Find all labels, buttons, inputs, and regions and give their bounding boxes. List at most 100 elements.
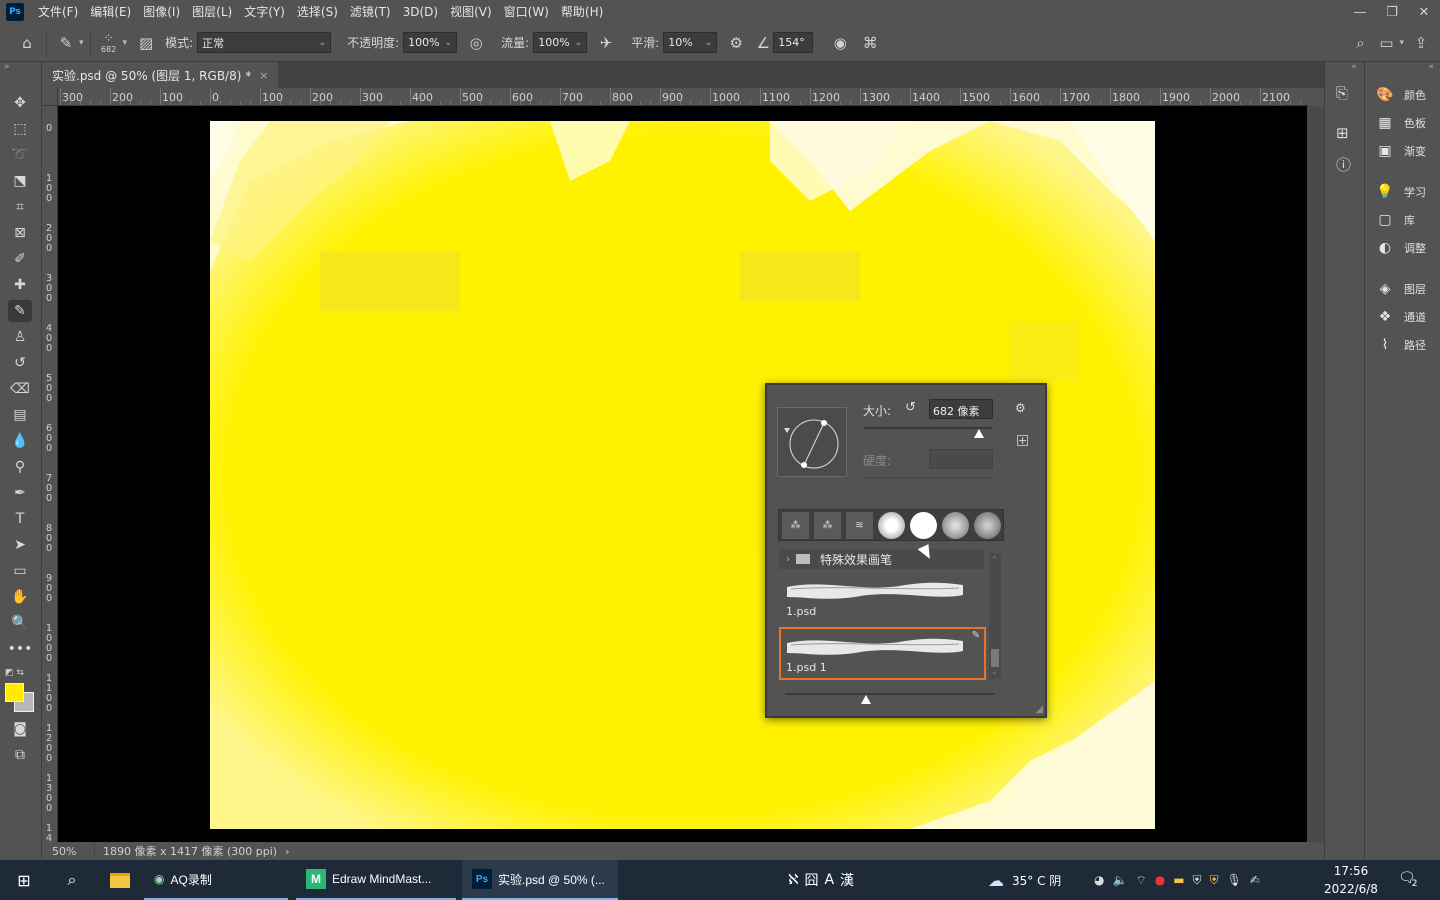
- scroll-down-icon[interactable]: ⌄: [991, 667, 998, 676]
- menu-item[interactable]: 编辑(E): [84, 0, 137, 24]
- workspace-icon[interactable]: ▭: [1373, 30, 1399, 56]
- pressure-size-icon[interactable]: ◉: [827, 30, 853, 56]
- ime-indicator[interactable]: 漢: [840, 870, 854, 890]
- brush-tool-icon[interactable]: ✎: [8, 300, 32, 322]
- ime-indicator[interactable]: 囧: [804, 870, 818, 890]
- size-slider-track[interactable]: [864, 427, 992, 429]
- menu-item[interactable]: 图层(L): [186, 0, 238, 24]
- taskbar-app-photoshop[interactable]: Ps 实验.psd @ 50% (...: [462, 860, 618, 900]
- collapse-dock-icon[interactable]: «: [1428, 62, 1434, 72]
- soft-round-pressure-brush-icon[interactable]: [942, 511, 969, 539]
- panel-tab-paths[interactable]: ⌇ 路径: [1375, 334, 1426, 356]
- panel-tab-palette[interactable]: 🎨 颜色: [1375, 84, 1426, 106]
- zoom-level[interactable]: 50%: [52, 845, 94, 858]
- opacity-input[interactable]: 100% ⌄: [403, 32, 458, 53]
- hard-round-brush-icon[interactable]: [910, 511, 937, 539]
- pressure-opacity-icon[interactable]: ◎: [463, 30, 489, 56]
- zoom-tool-icon[interactable]: 🔍: [8, 612, 32, 634]
- stamp-tool-icon[interactable]: ♙: [8, 326, 32, 348]
- brush-item-selected[interactable]: ✎ 1.psd 1: [779, 627, 986, 680]
- scroll-thumb[interactable]: [991, 649, 999, 667]
- brush-group-row[interactable]: › 特殊效果画笔: [779, 549, 984, 569]
- new-preset-icon[interactable]: +: [1017, 435, 1028, 446]
- menu-item[interactable]: 视图(V): [444, 0, 498, 24]
- windows-start-icon[interactable]: ⊞: [0, 860, 48, 900]
- menu-item[interactable]: 帮助(H): [555, 0, 609, 24]
- brush-settings-toggle-icon[interactable]: ▨: [133, 30, 159, 56]
- symmetry-icon[interactable]: ⌘: [857, 30, 883, 56]
- menu-item[interactable]: 滤镜(T): [344, 0, 397, 24]
- smoothing-input[interactable]: 10% ⌄: [663, 32, 718, 53]
- path-select-tool-icon[interactable]: ➤: [8, 534, 32, 556]
- home-icon[interactable]: ⌂: [14, 30, 40, 56]
- history-icon[interactable]: ⎘: [1336, 84, 1348, 102]
- pen-tool-icon[interactable]: ✒: [8, 482, 32, 504]
- taskbar-app-edraw[interactable]: M Edraw MindMast...: [296, 860, 456, 900]
- tray-folder-icon[interactable]: ▬: [1173, 873, 1184, 887]
- chevron-right-icon[interactable]: ›: [786, 554, 790, 565]
- panel-tab-channels[interactable]: ❖ 通道: [1375, 306, 1426, 328]
- file-explorer-icon[interactable]: [96, 860, 144, 900]
- taskbar-app-aq[interactable]: ◉ AQ录制: [144, 860, 288, 900]
- properties-icon[interactable]: ⊞: [1336, 124, 1349, 142]
- info-icon[interactable]: ⓘ: [1336, 154, 1351, 175]
- flow-input[interactable]: 100% ⌄: [533, 32, 588, 53]
- canvas-workspace[interactable]: [58, 106, 1307, 842]
- gradient-tool-icon[interactable]: ▤: [8, 404, 32, 426]
- collapse-strip-icon[interactable]: «: [1351, 62, 1357, 72]
- blur-tool-icon[interactable]: 💧: [8, 430, 32, 452]
- rectangle-tool-icon[interactable]: ▭: [8, 560, 32, 582]
- brush-edit-icon[interactable]: ✎: [972, 630, 980, 641]
- crop-tool-icon[interactable]: ⌗: [8, 196, 32, 218]
- tray-red-icon[interactable]: ●: [1155, 873, 1165, 887]
- close-tab-icon[interactable]: ×: [259, 69, 268, 82]
- resize-grip-icon[interactable]: ◢: [1035, 704, 1043, 715]
- gear-icon[interactable]: ⚙: [723, 30, 749, 56]
- marquee-tool-icon[interactable]: ⬚: [8, 118, 32, 140]
- ime-indicators[interactable]: ℵ囧A漢: [788, 860, 854, 900]
- healing-brush-tool-icon[interactable]: ✚: [8, 274, 32, 296]
- panel-tab-library[interactable]: ▢ 库: [1375, 209, 1415, 231]
- recent-brush-2-icon[interactable]: ⁂: [814, 511, 841, 539]
- vertical-scrollbar[interactable]: [1307, 106, 1324, 842]
- soft-round-brush-icon[interactable]: [878, 511, 905, 539]
- foreground-color-swatch[interactable]: [5, 683, 24, 702]
- shield-icon[interactable]: ⛨: [1210, 873, 1219, 888]
- picker-gear-icon[interactable]: ⚙: [1015, 401, 1026, 415]
- scroll-up-icon[interactable]: ⌃: [991, 555, 998, 564]
- status-menu-arrow[interactable]: ›: [285, 845, 289, 858]
- panel-tab-learn[interactable]: 💡 学习: [1375, 181, 1426, 203]
- document-tab[interactable]: 实验.psd @ 50% (图层 1, RGB/8) * ×: [42, 62, 279, 88]
- preview-size-thumb[interactable]: [861, 695, 871, 704]
- brush-size-picker[interactable]: ⁘ 682: [97, 31, 121, 54]
- network-icon[interactable]: ⌔: [1135, 873, 1146, 888]
- more-tools-icon[interactable]: •••: [8, 638, 33, 660]
- preview-size-slider[interactable]: [785, 693, 995, 695]
- menu-item[interactable]: 3D(D): [397, 0, 444, 24]
- search-icon[interactable]: ⌕: [1347, 30, 1373, 56]
- ime-indicator[interactable]: A: [824, 872, 834, 888]
- object-select-tool-icon[interactable]: ⬔: [8, 170, 32, 192]
- quick-mask-icon[interactable]: ◙: [8, 718, 32, 740]
- brush-list-scrollbar[interactable]: ⌃ ⌄: [989, 553, 1001, 679]
- airbrush-icon[interactable]: ✈: [593, 30, 619, 56]
- ime-indicator[interactable]: ℵ: [788, 872, 798, 888]
- frame-tool-icon[interactable]: ⊠: [8, 222, 32, 244]
- panel-tab-swatches[interactable]: ▦ 色板: [1375, 112, 1426, 134]
- type-tool-icon[interactable]: T: [8, 508, 32, 530]
- menu-item[interactable]: 选择(S): [291, 0, 344, 24]
- recent-brush-1-icon[interactable]: ⁂: [782, 511, 809, 539]
- screen-mode-icon[interactable]: ⧉: [8, 744, 32, 766]
- brush-preset-icon[interactable]: ✎: [53, 30, 79, 56]
- panel-tab-gradient[interactable]: ▣ 渐变: [1375, 140, 1426, 162]
- tray-app-icon[interactable]: ◕: [1094, 873, 1104, 887]
- hand-tool-icon[interactable]: ✋: [8, 586, 32, 608]
- collapse-tools-icon[interactable]: »: [4, 62, 10, 72]
- share-icon[interactable]: ⇪: [1408, 30, 1434, 56]
- lasso-tool-icon[interactable]: ➰: [8, 144, 32, 166]
- security-icon[interactable]: ⛨: [1193, 873, 1202, 888]
- brush-angle-preview[interactable]: [777, 407, 847, 477]
- menu-item[interactable]: 窗口(W): [498, 0, 555, 24]
- eyedropper-tool-icon[interactable]: ✐: [8, 248, 32, 270]
- menu-item[interactable]: 文字(Y): [238, 0, 291, 24]
